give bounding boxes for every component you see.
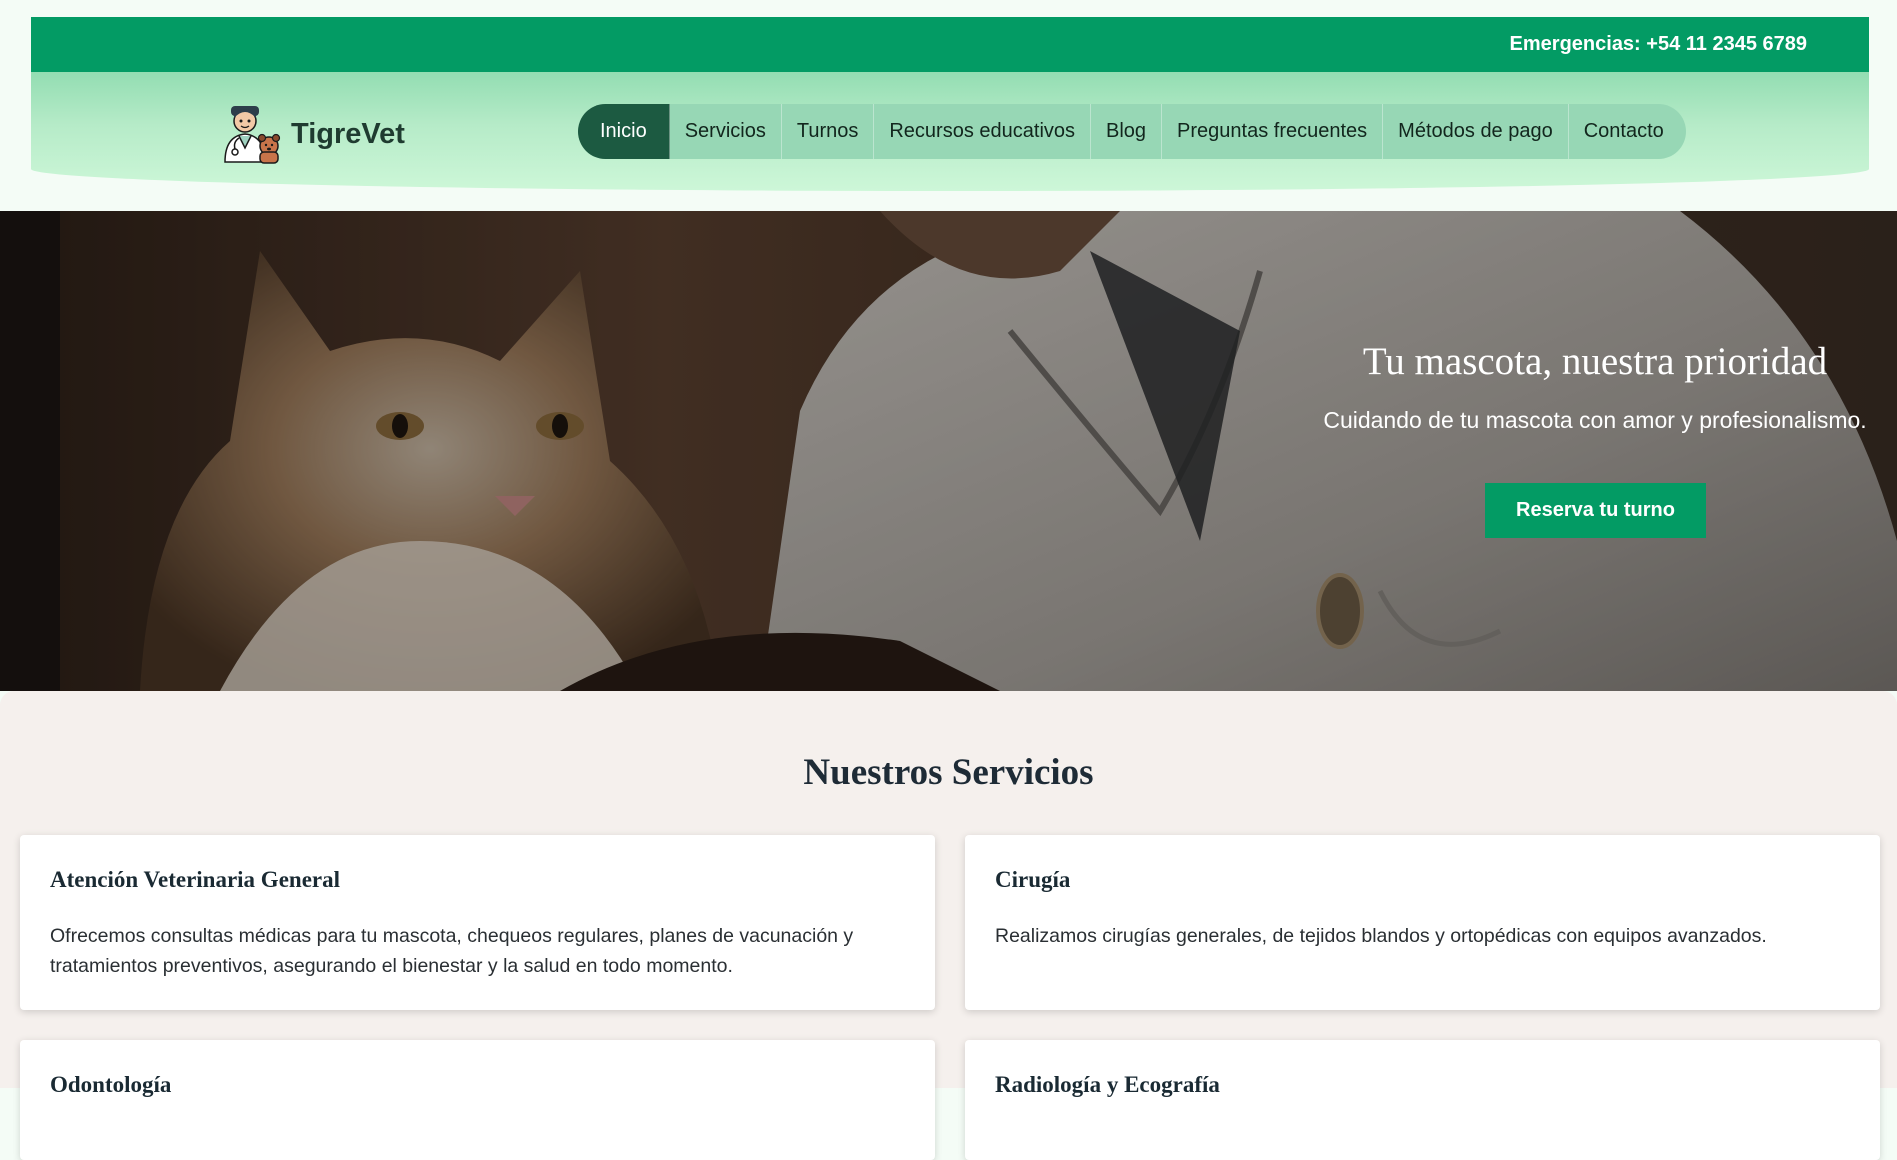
hero-section: Tu mascota, nuestra prioridad Cuidando d… — [0, 211, 1897, 691]
services-section: Nuestros Servicios Atención Veterinaria … — [0, 691, 1897, 1160]
nav-item-blog[interactable]: Blog — [1091, 104, 1163, 159]
service-card-radiologia[interactable]: Radiología y Ecografía — [965, 1040, 1880, 1160]
service-card-title: Odontología — [50, 1072, 172, 1097]
emergency-bar: Emergencias: +54 11 2345 6789 — [31, 17, 1869, 72]
main-navbar: TigreVet Inicio Servicios Turnos Recurso… — [31, 72, 1869, 191]
nav-item-inicio[interactable]: Inicio — [578, 104, 670, 159]
vet-logo-icon — [224, 106, 281, 164]
nav-item-metodos-de-pago[interactable]: Métodos de pago — [1383, 104, 1569, 159]
service-card-text: Realizamos cirugías generales, de tejido… — [995, 925, 1767, 947]
nav-item-preguntas-frecuentes[interactable]: Preguntas frecuentes — [1162, 104, 1384, 159]
hero-subtitle: Cuidando de tu mascota con amor y profes… — [1323, 407, 1867, 433]
services-title: Nuestros Servicios — [803, 752, 1094, 793]
nav-item-turnos[interactable]: Turnos — [782, 104, 875, 159]
service-card-cirugia[interactable]: Cirugía Realizamos cirugías generales, d… — [965, 835, 1880, 1010]
service-card-title: Radiología y Ecografía — [995, 1072, 1220, 1097]
main-nav: Inicio Servicios Turnos Recursos educati… — [578, 104, 1686, 159]
brand[interactable]: TigreVet — [219, 102, 405, 166]
site-header: Emergencias: +54 11 2345 6789 TigreVet I… — [31, 17, 1869, 191]
hero-background-image — [0, 211, 1897, 691]
emergency-phone[interactable]: Emergencias: +54 11 2345 6789 — [1510, 33, 1807, 56]
nav-item-contacto[interactable]: Contacto — [1569, 104, 1686, 159]
service-card-general[interactable]: Atención Veterinaria General Ofrecemos c… — [20, 835, 935, 1010]
nav-item-recursos-educativos[interactable]: Recursos educativos — [874, 104, 1092, 159]
service-card-text: Ofrecemos consultas médicas para tu masc… — [50, 925, 854, 977]
hero-title: Tu mascota, nuestra prioridad — [1362, 340, 1828, 383]
reserve-appointment-button[interactable]: Reserva tu turno — [1485, 483, 1706, 538]
service-card-title: Cirugía — [995, 867, 1071, 892]
service-card-odontologia[interactable]: Odontología — [20, 1040, 935, 1160]
service-card-title: Atención Veterinaria General — [50, 867, 341, 892]
brand-name: TigreVet — [291, 117, 405, 150]
nav-item-servicios[interactable]: Servicios — [670, 104, 782, 159]
